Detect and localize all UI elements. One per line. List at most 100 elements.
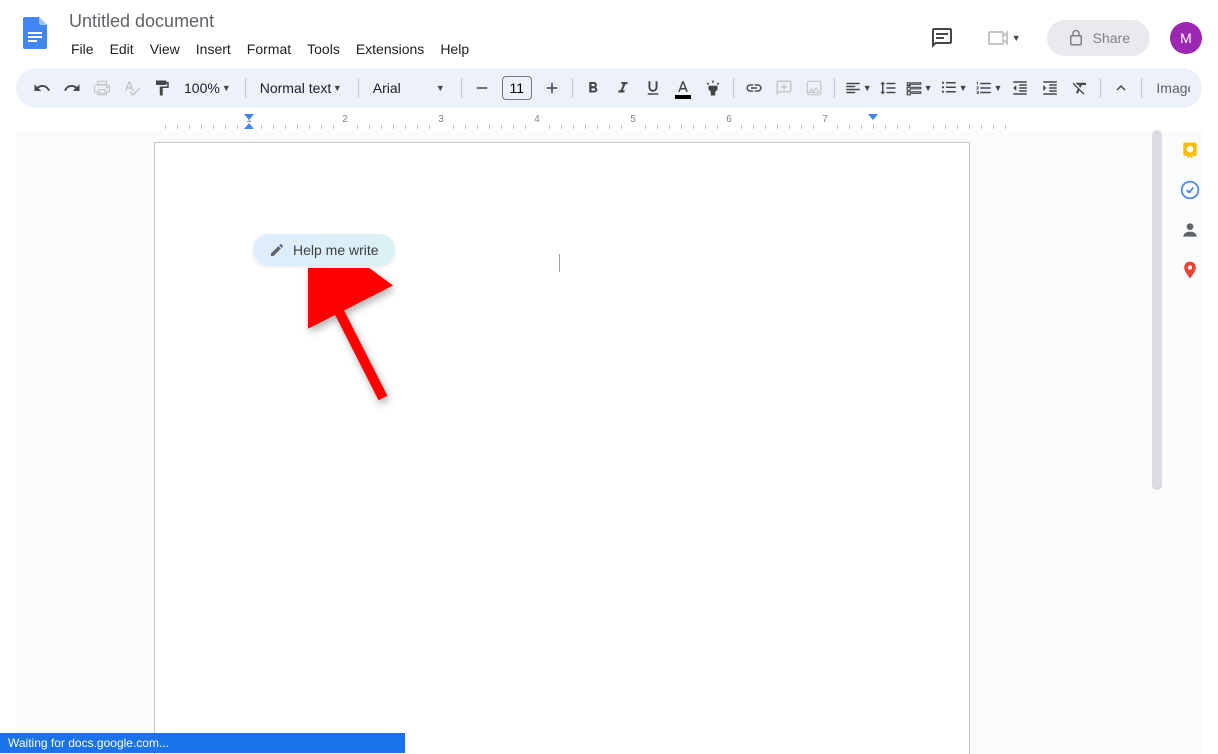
docs-logo[interactable] <box>16 12 56 52</box>
share-label: Share <box>1093 30 1130 46</box>
checklist-icon <box>905 79 923 97</box>
clear-format-icon <box>1071 79 1089 97</box>
line-spacing-button[interactable] <box>876 74 900 102</box>
bulleted-list-button[interactable]: ▼ <box>937 74 970 102</box>
share-button[interactable]: Share <box>1047 20 1150 56</box>
chevron-down-icon: ▼ <box>1012 33 1021 43</box>
ruler-number: 5 <box>630 114 636 125</box>
text-cursor <box>559 254 560 272</box>
menu-edit[interactable]: Edit <box>103 37 141 61</box>
menu-view[interactable]: View <box>143 37 187 61</box>
comment-history-button[interactable] <box>922 18 962 58</box>
ruler[interactable]: 1234567 <box>16 114 1202 130</box>
tasks-icon[interactable] <box>1180 180 1200 200</box>
decrease-font-button[interactable] <box>468 74 496 102</box>
bullet-list-icon <box>940 79 958 97</box>
chevron-up-icon <box>1112 79 1130 97</box>
ruler-number: 2 <box>342 114 348 125</box>
separator <box>245 78 246 98</box>
decrease-indent-button[interactable] <box>1006 74 1034 102</box>
zoom-select[interactable]: 100% ▼ <box>178 80 239 96</box>
menu-insert[interactable]: Insert <box>189 37 238 61</box>
contacts-icon[interactable] <box>1180 220 1200 240</box>
redo-icon <box>63 79 81 97</box>
undo-button[interactable] <box>28 74 56 102</box>
lock-icon <box>1067 29 1085 47</box>
image-icon <box>805 79 823 97</box>
insert-image-button[interactable] <box>800 74 828 102</box>
menu-tools[interactable]: Tools <box>300 37 347 61</box>
chevron-down-icon: ▼ <box>959 83 968 93</box>
collapse-toolbar-button[interactable] <box>1107 74 1135 102</box>
keep-icon[interactable] <box>1180 140 1200 160</box>
help-me-write-button[interactable]: Help me write <box>253 234 395 266</box>
paint-format-button[interactable] <box>148 74 176 102</box>
indent-decrease-icon <box>1011 79 1029 97</box>
indent-increase-icon <box>1041 79 1059 97</box>
ruler-number: 3 <box>438 114 444 125</box>
font-size-input[interactable] <box>502 76 532 100</box>
insert-link-button[interactable] <box>740 74 768 102</box>
avatar[interactable]: M <box>1170 22 1202 54</box>
plus-icon <box>543 79 561 97</box>
underline-button[interactable] <box>639 74 667 102</box>
highlight-button[interactable] <box>699 74 727 102</box>
comment-icon <box>930 26 954 50</box>
add-comment-button[interactable] <box>770 74 798 102</box>
text-color-icon <box>674 79 692 97</box>
chevron-down-icon: ▼ <box>333 83 342 93</box>
docs-icon <box>18 14 54 50</box>
menu-help[interactable]: Help <box>433 37 476 61</box>
annotation-arrow <box>308 268 398 408</box>
link-icon <box>745 79 763 97</box>
font-select[interactable]: Arial ▼ <box>365 80 455 96</box>
help-me-write-label: Help me write <box>293 242 379 258</box>
maps-icon[interactable] <box>1180 260 1200 280</box>
scrollbar[interactable] <box>1152 130 1162 490</box>
bold-icon <box>584 79 602 97</box>
document-title[interactable]: Untitled document <box>61 8 222 35</box>
separator <box>834 78 835 98</box>
paint-roller-icon <box>153 79 171 97</box>
separator <box>461 78 462 98</box>
menu-format[interactable]: Format <box>240 37 298 61</box>
chevron-down-icon: ▼ <box>222 83 231 93</box>
document-canvas[interactable] <box>16 130 1202 754</box>
bold-button[interactable] <box>579 74 607 102</box>
redo-button[interactable] <box>58 74 86 102</box>
print-button[interactable] <box>88 74 116 102</box>
separator <box>1100 78 1101 98</box>
increase-indent-button[interactable] <box>1036 74 1064 102</box>
align-left-icon <box>844 79 862 97</box>
spellcheck-icon <box>123 79 141 97</box>
chevron-down-icon: ▼ <box>924 83 933 93</box>
clear-formatting-button[interactable] <box>1066 74 1094 102</box>
menu-bar: File Edit View Insert Format Tools Exten… <box>64 37 922 61</box>
paragraph-style-select[interactable]: Normal text ▼ <box>252 80 352 96</box>
numbered-list-icon <box>975 79 993 97</box>
spellcheck-button[interactable] <box>118 74 146 102</box>
menu-extensions[interactable]: Extensions <box>349 37 431 61</box>
text-color-button[interactable] <box>669 74 697 102</box>
menu-file[interactable]: File <box>64 37 101 61</box>
video-call-button[interactable]: ▼ <box>974 18 1035 58</box>
separator <box>572 78 573 98</box>
ruler-number: 6 <box>726 114 732 125</box>
status-bar: Waiting for docs.google.com... <box>0 733 405 753</box>
print-icon <box>93 79 111 97</box>
align-button[interactable]: ▼ <box>841 74 874 102</box>
separator <box>1141 78 1142 98</box>
video-icon <box>986 26 1010 50</box>
numbered-list-button[interactable]: ▼ <box>972 74 1005 102</box>
editing-mode-label[interactable]: Image o <box>1148 80 1190 96</box>
separator <box>358 78 359 98</box>
highlight-icon <box>704 79 722 97</box>
increase-font-button[interactable] <box>538 74 566 102</box>
add-comment-icon <box>775 79 793 97</box>
italic-icon <box>614 79 632 97</box>
side-panel <box>1162 130 1218 280</box>
italic-button[interactable] <box>609 74 637 102</box>
checklist-button[interactable]: ▼ <box>902 74 935 102</box>
chevron-down-icon: ▼ <box>436 83 445 93</box>
line-spacing-icon <box>879 79 897 97</box>
